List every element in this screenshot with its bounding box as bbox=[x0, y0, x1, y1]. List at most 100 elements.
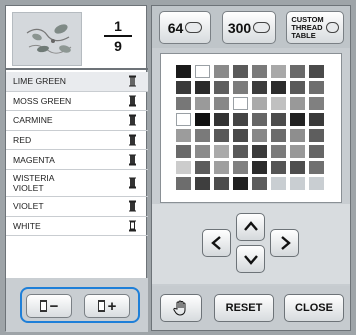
color-swatch[interactable] bbox=[233, 65, 248, 78]
thread-row-red[interactable]: RED bbox=[6, 131, 148, 151]
color-swatch[interactable] bbox=[271, 81, 286, 94]
color-swatch[interactable] bbox=[195, 97, 210, 110]
page-total: 9 bbox=[114, 38, 122, 54]
color-swatch[interactable] bbox=[195, 129, 210, 142]
color-swatch[interactable] bbox=[252, 145, 267, 158]
color-swatch[interactable] bbox=[176, 145, 191, 158]
color-swatch[interactable] bbox=[309, 65, 324, 78]
right-arrow-button[interactable] bbox=[270, 229, 299, 257]
palette-64-button[interactable]: 64 bbox=[159, 11, 211, 44]
color-swatch[interactable] bbox=[233, 177, 248, 190]
color-swatch[interactable] bbox=[176, 129, 191, 142]
spool-icon bbox=[129, 154, 136, 166]
palette-300-button[interactable]: 300 bbox=[222, 11, 276, 44]
color-swatch[interactable] bbox=[214, 81, 229, 94]
color-swatch[interactable] bbox=[309, 129, 324, 142]
close-button[interactable]: CLOSE bbox=[284, 294, 344, 322]
thread-row-magenta[interactable]: MAGENTA bbox=[6, 150, 148, 170]
color-swatch[interactable] bbox=[290, 129, 305, 142]
chevron-left-icon bbox=[210, 236, 221, 250]
up-arrow-button[interactable] bbox=[236, 213, 265, 241]
color-swatch[interactable] bbox=[252, 161, 267, 174]
color-swatch[interactable] bbox=[271, 129, 286, 142]
color-swatch[interactable] bbox=[271, 97, 286, 110]
color-swatch[interactable] bbox=[214, 65, 229, 78]
color-swatch[interactable] bbox=[176, 97, 191, 110]
thread-chart-bar: 64 300 CUSTOM THREAD TABLE bbox=[152, 6, 350, 48]
thread-name: LIME GREEN bbox=[13, 76, 67, 87]
color-swatch[interactable] bbox=[309, 97, 324, 110]
color-swatch[interactable] bbox=[252, 65, 267, 78]
color-swatch[interactable] bbox=[252, 129, 267, 142]
thread-panel: 1 9 LIME GREEN MOSS GREEN CARMINE RED MA… bbox=[5, 5, 148, 332]
color-swatch[interactable] bbox=[195, 65, 210, 78]
color-swatch[interactable] bbox=[195, 81, 210, 94]
color-swatch[interactable] bbox=[290, 145, 305, 158]
color-swatch[interactable] bbox=[271, 65, 286, 78]
color-swatch[interactable] bbox=[309, 177, 324, 190]
color-swatch[interactable] bbox=[233, 113, 248, 126]
thread-row-lime-green[interactable]: LIME GREEN bbox=[6, 72, 148, 92]
color-swatch[interactable] bbox=[290, 81, 305, 94]
thread-name: VIOLET bbox=[13, 201, 44, 212]
spool-icon bbox=[129, 75, 136, 87]
color-swatch[interactable] bbox=[214, 161, 229, 174]
color-swatch[interactable] bbox=[214, 113, 229, 126]
reset-button[interactable]: RESET bbox=[214, 294, 274, 322]
custom-thread-table-button[interactable]: CUSTOM THREAD TABLE bbox=[286, 11, 344, 44]
spool-icon bbox=[129, 200, 136, 212]
color-swatch[interactable] bbox=[309, 145, 324, 158]
color-swatch[interactable] bbox=[214, 129, 229, 142]
thread-name: RED bbox=[13, 135, 32, 146]
color-swatch[interactable] bbox=[233, 97, 248, 110]
color-swatch[interactable] bbox=[271, 177, 286, 190]
color-swatch[interactable] bbox=[214, 145, 229, 158]
pattern-preview: 1 9 bbox=[6, 6, 148, 70]
color-swatch[interactable] bbox=[233, 145, 248, 158]
left-arrow-button[interactable] bbox=[202, 229, 231, 257]
color-swatch[interactable] bbox=[290, 97, 305, 110]
color-swatch[interactable] bbox=[252, 177, 267, 190]
color-swatch[interactable] bbox=[252, 113, 267, 126]
color-swatch[interactable] bbox=[309, 113, 324, 126]
color-swatch[interactable] bbox=[195, 113, 210, 126]
color-swatch[interactable] bbox=[176, 81, 191, 94]
hand-pan-button[interactable] bbox=[160, 294, 202, 322]
color-swatch[interactable] bbox=[309, 161, 324, 174]
thread-name: WHITE bbox=[13, 220, 41, 231]
thread-row-moss-green[interactable]: MOSS GREEN bbox=[6, 92, 148, 112]
color-swatch[interactable] bbox=[195, 177, 210, 190]
color-swatch[interactable] bbox=[195, 161, 210, 174]
spool-chart-icon bbox=[253, 22, 271, 33]
color-swatch[interactable] bbox=[233, 129, 248, 142]
remove-spool-button[interactable]: − bbox=[26, 294, 72, 318]
add-spool-button[interactable]: + bbox=[84, 294, 130, 318]
color-swatch[interactable] bbox=[252, 97, 267, 110]
color-swatch[interactable] bbox=[233, 81, 248, 94]
chevron-right-icon bbox=[280, 236, 291, 250]
thread-row-violet[interactable]: VIOLET bbox=[6, 197, 148, 217]
thread-row-carmine[interactable]: CARMINE bbox=[6, 111, 148, 131]
color-swatch[interactable] bbox=[176, 65, 191, 78]
color-swatch[interactable] bbox=[176, 113, 191, 126]
color-swatch[interactable] bbox=[214, 97, 229, 110]
color-swatch[interactable] bbox=[176, 161, 191, 174]
color-swatch[interactable] bbox=[290, 161, 305, 174]
thread-row-wisteria-violet[interactable]: WISTERIA VIOLET bbox=[6, 170, 148, 197]
color-swatch[interactable] bbox=[290, 177, 305, 190]
thread-row-white[interactable]: WHITE bbox=[6, 217, 148, 237]
color-swatch[interactable] bbox=[233, 161, 248, 174]
color-swatch[interactable] bbox=[214, 177, 229, 190]
color-swatch[interactable] bbox=[252, 81, 267, 94]
color-swatch[interactable] bbox=[271, 161, 286, 174]
color-swatch[interactable] bbox=[271, 145, 286, 158]
color-palette-panel: 64 300 CUSTOM THREAD TABLE RESET CLOSE bbox=[151, 5, 351, 331]
color-swatch[interactable] bbox=[309, 81, 324, 94]
spool-chart-icon bbox=[325, 22, 339, 33]
color-swatch[interactable] bbox=[176, 177, 191, 190]
color-swatch[interactable] bbox=[195, 145, 210, 158]
color-swatch[interactable] bbox=[290, 113, 305, 126]
down-arrow-button[interactable] bbox=[236, 245, 265, 273]
color-swatch[interactable] bbox=[271, 113, 286, 126]
color-swatch[interactable] bbox=[290, 65, 305, 78]
